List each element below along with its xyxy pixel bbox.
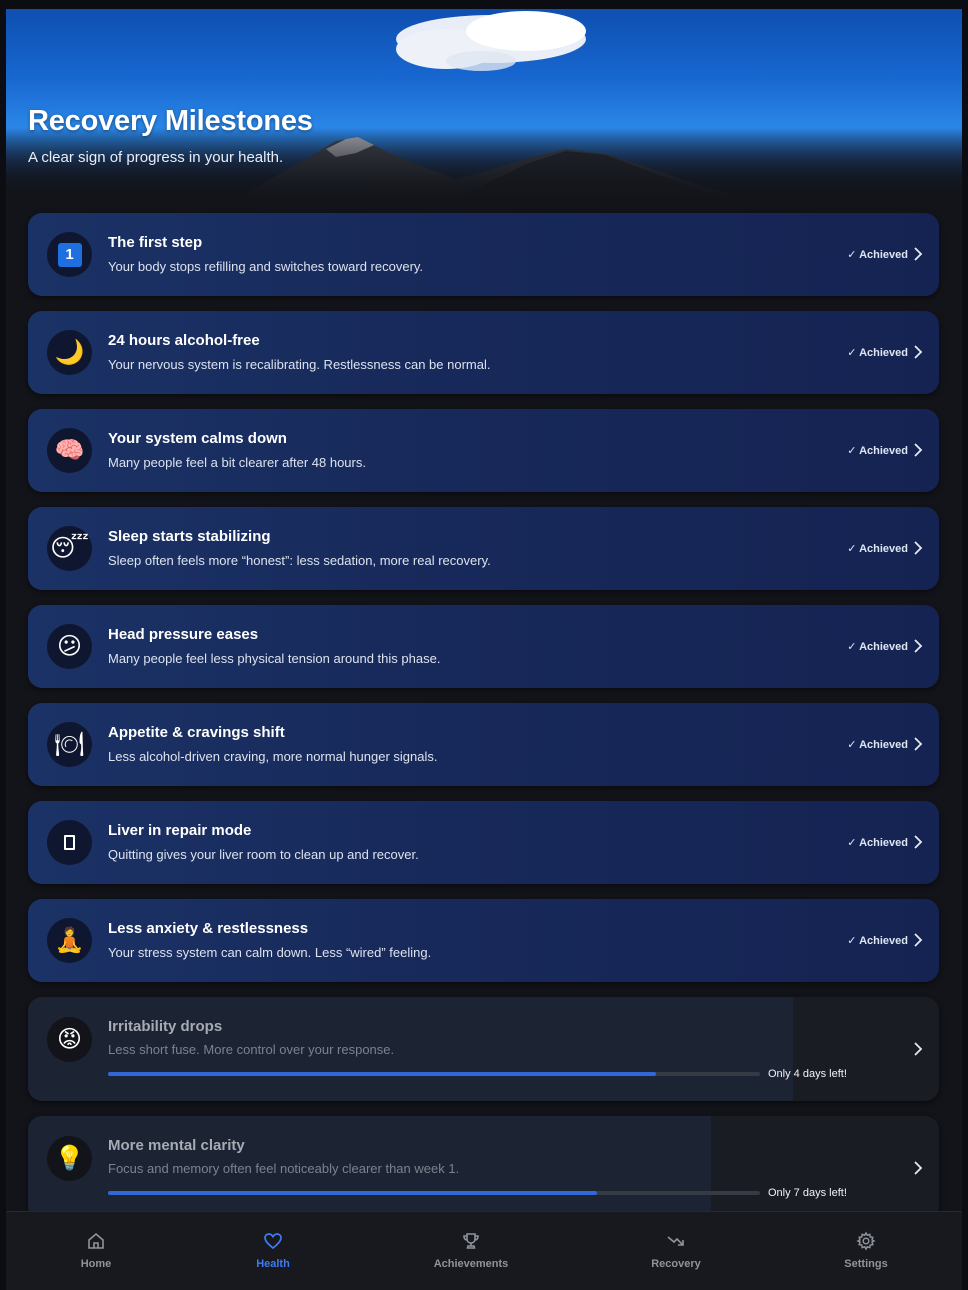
chevron-right-icon[interactable] <box>911 637 925 655</box>
nav-achievements-label: Achievements <box>433 1258 509 1270</box>
cloud-image <box>396 11 586 71</box>
milestone-title: The first step <box>108 234 203 251</box>
meditation-icon: 🧘 <box>47 918 92 963</box>
plate-cutlery-icon: 🍽 <box>47 722 92 767</box>
milestone-card-in-progress[interactable]: 💡 More mental clarity Focus and memory oft… <box>28 1116 939 1220</box>
chevron-right-icon[interactable] <box>911 931 925 949</box>
days-remaining-label: Only 7 days left! <box>768 1187 847 1199</box>
brain-icon: 🧠 <box>47 428 92 473</box>
milestone-card-in-progress[interactable]: 😡 Irritability drops Less short fuse. More… <box>28 997 939 1101</box>
nav-recovery-label: Recovery <box>651 1258 701 1270</box>
milestone-description: Less alcohol-driven craving, more normal… <box>108 749 438 764</box>
chevron-right-icon[interactable] <box>911 1040 925 1058</box>
milestone-description: Your stress system can calm down. Less “… <box>108 945 432 960</box>
page-subtitle: A clear sign of progress in your health. <box>28 149 284 166</box>
sleeping-face-icon: 😴 <box>47 526 92 571</box>
milestone-description: Less short fuse. More control over your … <box>108 1042 395 1057</box>
milestone-title: Your system calms down <box>108 430 287 447</box>
milestone-description: Your nervous system is recalibrating. Re… <box>108 357 491 372</box>
nav-health[interactable]: Health <box>208 1212 338 1290</box>
chevron-right-icon[interactable] <box>911 441 925 459</box>
milestone-title: Head pressure eases <box>108 626 259 643</box>
chevron-right-icon[interactable] <box>911 833 925 851</box>
trending-down-icon <box>667 1236 684 1246</box>
worried-face-icon: 😕 <box>47 624 92 669</box>
chevron-right-icon[interactable] <box>911 1159 925 1177</box>
progress-bar-fill <box>108 1072 656 1076</box>
days-remaining-label: Only 4 days left! <box>768 1068 847 1080</box>
milestone-card[interactable]: 🧠 Your system calms down Many people feel … <box>28 409 939 492</box>
milestone-card[interactable]: 😕 Head pressure eases Many people feel les… <box>28 605 939 688</box>
achieved-badge: ✓ Achieved <box>847 935 908 947</box>
milestone-card[interactable]: 🌙 24 hours alcohol-free Your nervous syste… <box>28 311 939 394</box>
chevron-right-icon[interactable] <box>911 245 925 263</box>
keycap-one-icon: 1 <box>47 232 92 277</box>
milestone-list: 1 The first step Your body stops refilling… <box>28 213 939 1235</box>
milestone-title: 24 hours alcohol-free <box>108 332 260 349</box>
chevron-right-icon[interactable] <box>911 539 925 557</box>
milestone-description: Quitting gives your liver room to clean … <box>108 847 419 862</box>
nav-achievements[interactable]: Achievements <box>406 1212 536 1290</box>
milestone-title: Liver in repair mode <box>108 822 252 839</box>
nav-recovery[interactable]: Recovery <box>611 1212 741 1290</box>
milestone-card[interactable]: 🧘 Less anxiety & restlessness Your stress … <box>28 899 939 982</box>
milestone-description: Many people feel less physical tension a… <box>108 651 441 666</box>
trophy-icon <box>463 1233 479 1249</box>
milestone-title: Appetite & cravings shift <box>108 724 285 741</box>
chevron-right-icon[interactable] <box>911 735 925 753</box>
angry-face-icon: 😡 <box>47 1017 92 1062</box>
nav-settings[interactable]: Settings <box>801 1212 931 1290</box>
achieved-badge: ✓ Achieved <box>847 543 908 555</box>
milestone-title: More mental clarity <box>108 1137 245 1154</box>
page-title: Recovery Milestones <box>28 105 313 137</box>
chevron-right-icon[interactable] <box>911 343 925 361</box>
bottom-nav: Home Health Achievements Recovery Settin… <box>6 1211 962 1290</box>
milestone-title: Sleep starts stabilizing <box>108 528 271 545</box>
progress-bar-fill <box>108 1191 597 1195</box>
milestone-card[interactable]: 1 The first step Your body stops refilling… <box>28 213 939 296</box>
milestone-title: Less anxiety & restlessness <box>108 920 309 937</box>
achieved-badge: ✓ Achieved <box>847 739 908 751</box>
gear-icon <box>856 1231 876 1251</box>
liver-icon <box>47 820 92 865</box>
progress-bar <box>108 1191 760 1195</box>
achieved-badge: ✓ Achieved <box>847 837 908 849</box>
milestone-card[interactable]: 🍽 Appetite & cravings shift Less alcohol-d… <box>28 703 939 786</box>
achieved-badge: ✓ Achieved <box>847 445 908 457</box>
achieved-badge: ✓ Achieved <box>847 249 908 261</box>
progress-bar <box>108 1072 760 1076</box>
milestone-description: Sleep often feels more “honest”: less se… <box>108 553 491 568</box>
heart-icon <box>264 1233 282 1250</box>
home-icon <box>88 1232 104 1249</box>
milestone-card[interactable]: 😴 Sleep starts stabilizing Sleep often fee… <box>28 507 939 590</box>
milestone-description: Many people feel a bit clearer after 48 … <box>108 455 366 470</box>
milestone-card[interactable]: Liver in repair mode Quitting gives your … <box>28 801 939 884</box>
nav-home-label: Home <box>80 1258 112 1270</box>
achieved-badge: ✓ Achieved <box>847 641 908 653</box>
app-screen: Recovery Milestones A clear sign of prog… <box>6 9 962 1290</box>
nav-home[interactable]: Home <box>31 1212 161 1290</box>
hero-header: Recovery Milestones A clear sign of prog… <box>6 9 962 199</box>
milestone-description: Focus and memory often feel noticeably c… <box>108 1161 460 1176</box>
milestone-description: Your body stops refilling and switches t… <box>108 259 424 274</box>
nav-health-label: Health <box>256 1258 290 1270</box>
achieved-badge: ✓ Achieved <box>847 347 908 359</box>
crescent-moon-icon: 🌙 <box>47 330 92 375</box>
light-bulb-icon: 💡 <box>47 1136 92 1181</box>
nav-settings-label: Settings <box>844 1258 888 1270</box>
milestone-title: Irritability drops <box>108 1018 223 1035</box>
